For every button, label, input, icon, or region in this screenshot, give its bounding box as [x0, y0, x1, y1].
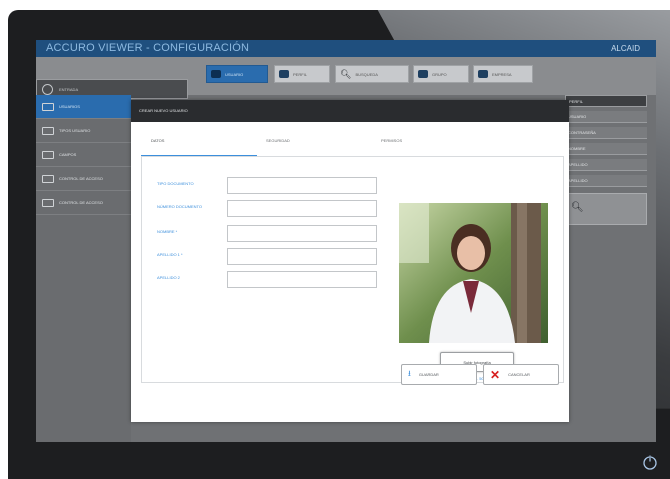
field-label: NÚMERO DOCUMENTO — [157, 204, 203, 209]
app-screen: ACCURO VIEWER - CONFIGURACIÓN ALCAID ENT… — [36, 40, 656, 442]
close-icon: ✕ — [490, 367, 501, 382]
save-label: GUARDAR — [418, 372, 439, 377]
surname-1-input[interactable] — [227, 248, 377, 265]
title-bar: ACCURO VIEWER - CONFIGURACIÓN ALCAID — [36, 40, 656, 57]
sidebar-item-control-acceso[interactable]: CONTROL DE ACCESO — [36, 167, 131, 191]
tree-icon — [42, 198, 54, 207]
field-label: NOMBRE * — [157, 229, 178, 234]
document-number-input[interactable] — [227, 200, 377, 217]
user-icon — [478, 70, 488, 78]
right-panel-item[interactable]: CONTRASEÑA — [565, 127, 647, 139]
sidebar-item-label: TIPOS USUARIO — [59, 128, 91, 133]
users-icon — [418, 70, 428, 78]
fields-icon — [42, 150, 54, 159]
save-button[interactable]: ⭳ GUARDAR — [401, 364, 477, 385]
right-panel-item[interactable]: APELLIDO — [565, 159, 647, 171]
monitor-icon — [42, 102, 54, 111]
toolbar-button-grupo[interactable]: GRUPO — [413, 65, 469, 83]
sidebar-item-tipos-usuario[interactable]: TIPOS USUARIO — [36, 119, 131, 143]
cancel-label: CANCELAR — [508, 372, 530, 377]
tab-datos[interactable]: DATOS — [151, 138, 164, 143]
field-label: APELLIDO 2 — [157, 275, 180, 280]
toolbar-label: EMPRESA — [492, 71, 512, 77]
user-data-panel: TIPO DOCUMENTO NÚMERO DOCUMENTO NOMBRE *… — [141, 156, 564, 383]
users-icon — [279, 70, 289, 78]
save-icon: ⭳ — [408, 368, 411, 378]
search-icon: 🔍︎ — [571, 202, 584, 213]
field-label: TIPO DOCUMENTO — [157, 181, 194, 186]
toolbar-button-busqueda[interactable]: 🔍︎ BUSQUEDA — [335, 65, 409, 83]
toolbar: ENTRADA USUARIO PERFIL 🔍︎ BUSQUEDA GRUPO… — [36, 57, 656, 99]
toolbar-button-perfil[interactable]: PERFIL — [274, 65, 330, 83]
user-name[interactable]: ALCAID — [611, 44, 640, 53]
document-type-input[interactable] — [227, 177, 377, 194]
dialog-title: CREAR NUEVO USUARIO — [131, 100, 569, 122]
signal-icon — [42, 174, 54, 183]
entry-label: ENTRADA — [59, 87, 79, 92]
toolbar-label: PERFIL — [293, 71, 308, 77]
tab-permisos[interactable]: PERMISOS — [381, 138, 402, 143]
sidebar-item-control-acceso-2[interactable]: CONTROL DE ACCESO — [36, 191, 131, 215]
first-name-input[interactable] — [227, 225, 377, 242]
sidebar: USUARIOS TIPOS USUARIO CAMPOS CONTROL DE… — [36, 95, 131, 442]
toolbar-button-empresa[interactable]: EMPRESA — [473, 65, 533, 83]
cancel-button[interactable]: ✕ CANCELAR — [483, 364, 559, 385]
toolbar-label: USUARIO — [225, 71, 244, 77]
right-panel-search[interactable]: 🔍︎ — [565, 193, 647, 225]
create-user-dialog: CREAR NUEVO USUARIO DATOS SEGURIDAD PERM… — [131, 100, 569, 422]
right-panel-item[interactable]: USUARIO — [565, 111, 647, 123]
entry-icon — [42, 84, 53, 95]
sidebar-item-label: CONTROL DE ACCESO — [59, 200, 103, 205]
sidebar-item-usuarios[interactable]: USUARIOS — [36, 95, 131, 119]
dialog-tabs: DATOS SEGURIDAD PERMISOS — [141, 138, 561, 152]
sidebar-item-campos[interactable]: CAMPOS — [36, 143, 131, 167]
tab-seguridad[interactable]: SEGURIDAD — [266, 138, 290, 143]
sidebar-item-label: USUARIOS — [59, 104, 80, 109]
user-photo — [399, 203, 548, 343]
surname-2-input[interactable] — [227, 271, 377, 288]
search-icon: 🔍︎ — [340, 68, 352, 79]
field-label: APELLIDO 1 * — [157, 252, 183, 257]
toolbar-label: BUSQUEDA — [355, 71, 378, 77]
right-panel-item[interactable]: APELLIDO — [565, 175, 647, 187]
tablet-frame: ACCURO VIEWER - CONFIGURACIÓN ALCAID ENT… — [8, 10, 670, 479]
sidebar-item-label: CAMPOS — [59, 152, 77, 157]
sidebar-item-label: CONTROL DE ACCESO — [59, 176, 103, 181]
right-panel-item[interactable]: NOMBRE — [565, 143, 647, 155]
right-panel: PERFIL USUARIO CONTRASEÑA NOMBRE APELLID… — [565, 95, 647, 295]
right-panel-header: PERFIL — [565, 95, 647, 107]
users-icon — [211, 70, 221, 78]
power-icon[interactable] — [641, 453, 659, 471]
toolbar-label: GRUPO — [432, 71, 447, 77]
app-title: ACCURO VIEWER - CONFIGURACIÓN — [46, 42, 250, 54]
id-card-icon — [42, 126, 54, 135]
toolbar-button-usuario[interactable]: USUARIO — [206, 65, 268, 83]
